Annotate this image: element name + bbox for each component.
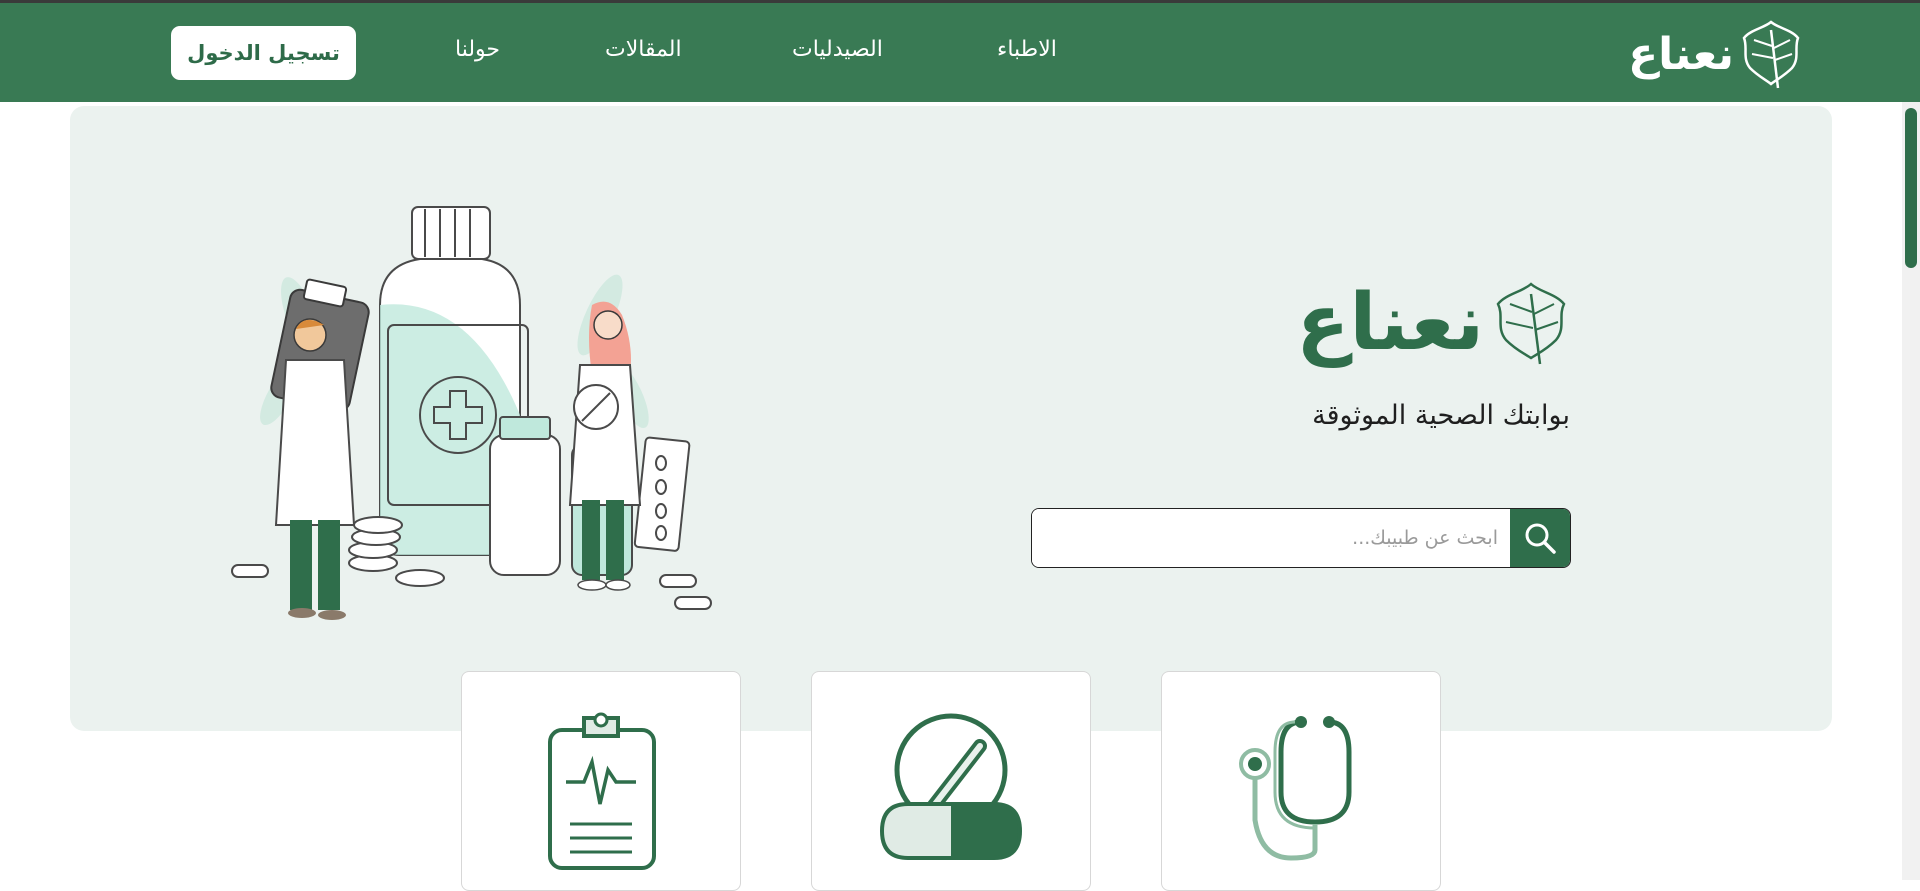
service-card-pharmacies[interactable] <box>811 671 1091 891</box>
clipboard-icon <box>548 712 656 870</box>
page-scrollbar[interactable] <box>1902 102 1920 880</box>
service-card-articles[interactable] <box>461 671 741 891</box>
nav-logo[interactable]: نعناع <box>1628 17 1804 91</box>
pills-icon <box>879 713 1023 860</box>
nav-link-articles[interactable]: المقالات <box>605 37 682 62</box>
search-button[interactable] <box>1510 509 1570 567</box>
hero-logo-text: نعناع <box>1296 277 1484 368</box>
hero-tagline: بوابتك الصحية الموثوقة <box>1312 400 1570 431</box>
nav-link-about[interactable]: حولنا <box>455 37 500 62</box>
nav-logo-text: نعناع <box>1628 28 1734 80</box>
search-icon <box>1525 523 1556 554</box>
service-card-doctors[interactable] <box>1161 671 1441 891</box>
nav-link-pharmacies[interactable]: الصيدليات <box>792 37 883 62</box>
pharmacy-illustration <box>231 206 712 620</box>
scrollbar-thumb[interactable] <box>1905 108 1917 268</box>
nav-link-doctors[interactable]: الاطباء <box>997 37 1057 62</box>
mint-leaf-icon <box>1742 20 1800 89</box>
navbar: نعناع الاطباء الصيدليات المقالات حولنا ت… <box>0 3 1920 102</box>
stethoscope-icon <box>1239 716 1352 861</box>
mint-leaf-icon <box>1496 281 1566 364</box>
hero-logo: نعناع <box>1290 270 1570 375</box>
search-input[interactable] <box>1032 509 1510 567</box>
search-bar <box>1031 508 1571 568</box>
login-button[interactable]: تسجيل الدخول <box>171 26 356 80</box>
